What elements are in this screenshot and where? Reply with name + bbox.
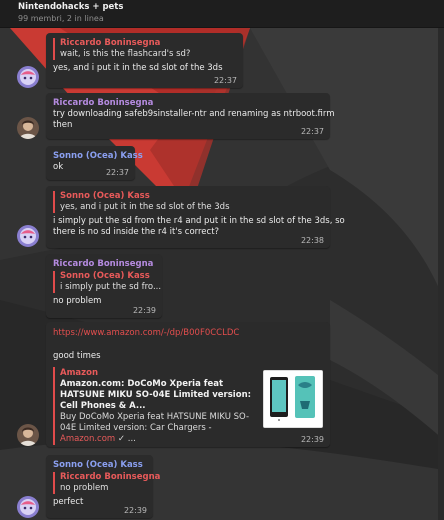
reply-quote[interactable]: Sonno (Ocea) Kass yes, and i put it in t… [53,191,323,213]
message-bubble[interactable]: Sonno (Ocea) Kass ok 22:37 [46,146,143,180]
message-time: 22:38 [300,236,324,245]
preview-site: Amazon [60,368,99,378]
avatar[interactable] [17,66,39,88]
preview-desc-tail: ✓ ... [117,434,136,444]
reply-text: i simply put the sd fro... [60,282,162,292]
message-text-line: there is no sd inside the r4 it's correc… [53,227,220,237]
preview-title: Amazon.com: DoCoMo Xperia feat HATSUNE M… [60,379,252,411]
reply-sender: Riccardo Boninsegna [60,38,161,48]
message-time: 22:39 [300,435,324,444]
chat-header[interactable]: Nintendohacks + pets 99 membri, 2 in lin… [0,0,444,28]
link-preview[interactable]: Amazon Amazon.com: DoCoMo Xperia feat HA… [53,367,253,445]
avatar[interactable] [17,496,39,518]
avatar[interactable] [17,424,39,446]
user-photo-icon [17,424,39,446]
chat-subtitle: 99 membri, 2 in linea [18,14,104,23]
message-sender[interactable]: Sonno (Ocea) Kass [53,150,143,162]
reply-sender: Riccardo Boninsegna [60,472,161,482]
phone-image-icon [264,371,322,427]
user-avatar-icon [17,225,39,247]
user-avatar-icon [17,496,39,518]
reply-text: no problem [60,483,109,493]
message-text-line: try downloading safeb9sinstaller-ntr and… [53,109,335,119]
reply-quote[interactable]: Riccardo Boninsegna wait, is this the fl… [53,38,236,60]
avatar[interactable] [17,117,39,139]
message-sender[interactable]: Riccardo Boninsegna [53,97,323,109]
reply-sender: Sonno (Ocea) Kass [60,191,150,201]
message-sender[interactable]: Sonno (Ocea) Kass [53,459,146,471]
message-bubble[interactable]: Riccardo Boninsegna try downloading safe… [46,93,335,139]
user-avatar-icon [17,66,39,88]
message-text-line: then [53,120,73,130]
reply-text: yes, and i put it in the sd slot of the … [60,202,230,212]
message-bubble[interactable]: Sonno (Ocea) Kass Riccardo Boninsegna no… [46,455,161,518]
reply-quote[interactable]: Riccardo Boninsegna no problem [53,472,161,494]
message-bubble[interactable]: Riccardo Boninsegna wait, is this the fl… [46,33,243,88]
scrollbar[interactable] [438,28,444,520]
message-time: 22:37 [105,168,129,177]
message-text: yes, and i put it in the sd slot of the … [53,63,223,73]
message-text: good times [53,351,101,361]
avatar[interactable] [17,225,39,247]
message-text-line: i simply put the sd from the r4 and put … [53,216,345,226]
message-time: 22:37 [300,127,324,136]
message-bubble[interactable]: Sonno (Ocea) Kass yes, and i put it in t… [46,186,345,248]
preview-description: Buy DoCoMo Xperia feat HATSUNE MIKU SO-0… [60,412,253,445]
preview-thumbnail[interactable] [263,370,323,428]
reply-sender: Sonno (Ocea) Kass [60,271,150,281]
preview-desc-text: Buy DoCoMo Xperia feat HATSUNE MIKU SO-0… [60,412,250,433]
message-bubble[interactable]: https://www.amazon.com/-/dp/B00F0CCLDC g… [46,322,330,447]
message-time: 22:39 [123,506,147,515]
preview-desc-link[interactable]: Amazon.com [60,434,115,444]
reply-quote[interactable]: Sonno (Ocea) Kass i simply put the sd fr… [53,271,162,293]
message-link[interactable]: https://www.amazon.com/-/dp/B00F0CCLDC [53,328,323,339]
chat-title[interactable]: Nintendohacks + pets [18,2,426,13]
message-sender[interactable]: Riccardo Boninsegna [53,258,155,270]
message-time: 22:37 [213,76,237,85]
message-time: 22:39 [132,306,156,315]
reply-text: wait, is this the flashcard's sd? [60,49,191,59]
user-photo-icon [17,117,39,139]
message-bubble[interactable]: Riccardo Boninsegna Sonno (Ocea) Kass i … [46,254,162,318]
